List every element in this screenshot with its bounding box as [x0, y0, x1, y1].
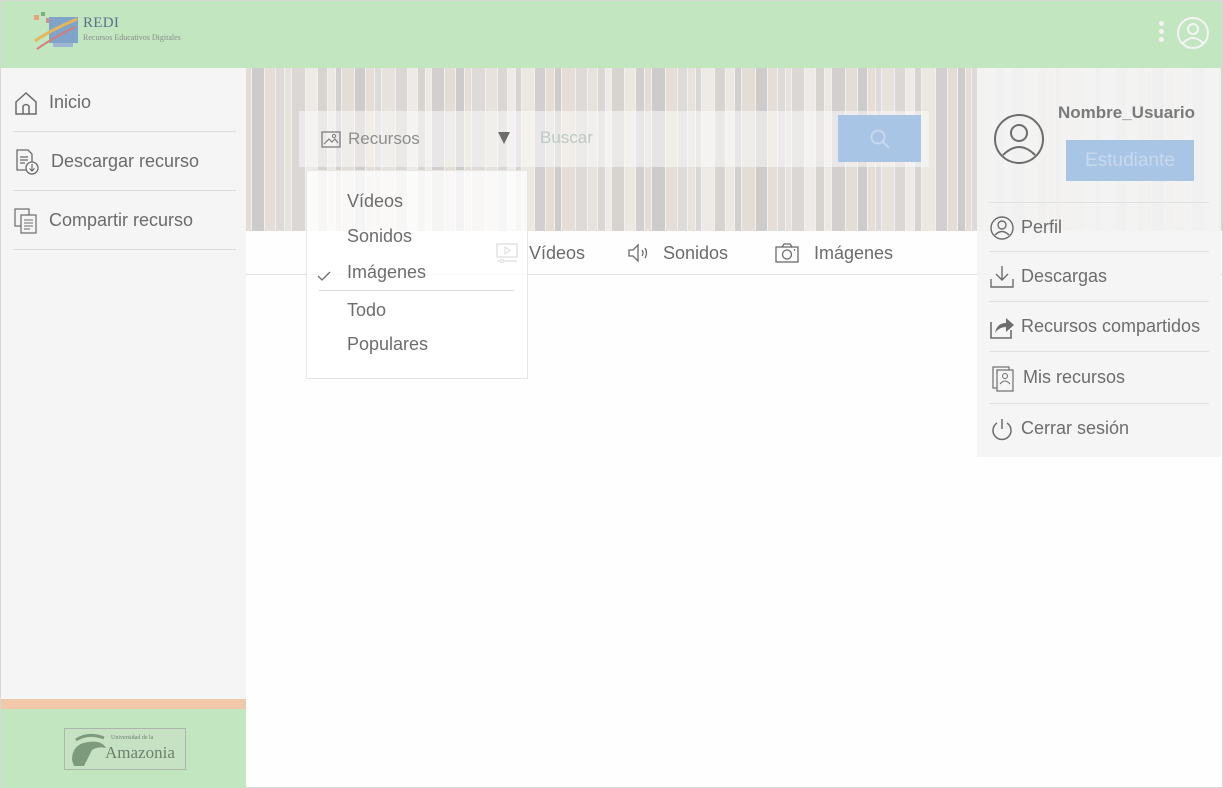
sidebar: Inicio Descargar recurso Compartir recur…: [1, 68, 246, 700]
profile-menu-descargas[interactable]: Descargas: [989, 251, 1209, 301]
sidebar-item-label: Inicio: [49, 92, 92, 112]
search-icon: [870, 129, 890, 149]
sidebar-item-descargar[interactable]: Descargar recurso: [13, 133, 236, 191]
search-input[interactable]: [532, 117, 832, 159]
category-select[interactable]: Recursos: [299, 111, 528, 167]
download-icon: [990, 265, 1014, 288]
sidebar-item-label: Descargar recurso: [51, 151, 200, 171]
tab-label: Vídeos: [529, 242, 586, 263]
category-dropdown: Vídeos Sonidos Imágenes Todo Populares: [306, 170, 528, 379]
profile-menu-cerrar-sesion[interactable]: Cerrar sesión: [989, 403, 1209, 453]
role-badge-button[interactable]: Estudiante: [1066, 140, 1194, 181]
chevron-down-icon[interactable]: [498, 132, 510, 144]
image-icon: [321, 130, 341, 148]
sidebar-accent-strip: [1, 699, 246, 709]
check-icon: [317, 271, 331, 281]
share-files-icon: [14, 207, 37, 234]
my-resources-icon: [992, 365, 1014, 392]
tab-label: Sonidos: [663, 242, 729, 263]
download-file-icon: [16, 148, 39, 175]
sidebar-item-label: Compartir recurso: [49, 210, 194, 230]
tab-sonidos[interactable]: Sonidos: [627, 238, 728, 268]
speaker-icon: [628, 243, 648, 263]
logo-icon: [34, 12, 78, 50]
profile-menu-recursos-compartidos[interactable]: Recursos compartidos: [989, 301, 1209, 351]
dropdown-option-sonidos[interactable]: Sonidos: [347, 226, 412, 247]
dropdown-option-imagenes[interactable]: Imágenes: [347, 262, 426, 283]
logo-subtitle: Recursos Educativos Digitales: [83, 33, 181, 42]
profile-menu-label: Mis recursos: [1023, 367, 1126, 387]
dropdown-divider: [319, 290, 514, 291]
power-icon: [992, 418, 1012, 440]
category-select-value: Recursos: [348, 129, 420, 148]
kebab-icon[interactable]: [1156, 21, 1166, 49]
sidebar-item-inicio[interactable]: Inicio: [13, 74, 236, 132]
user-circle-icon[interactable]: [1176, 16, 1210, 50]
share-icon: [990, 317, 1014, 339]
university-logo-small-text: Universidad de la: [111, 735, 154, 741]
search-button[interactable]: [838, 115, 921, 162]
sidebar-footer: Universidad de la Amazonia: [1, 709, 246, 788]
dropdown-option-populares[interactable]: Populares: [347, 334, 428, 355]
avatar-icon: [994, 114, 1044, 164]
search-bar: Recursos: [299, 111, 929, 167]
profile-menu-label: Recursos compartidos: [1021, 316, 1201, 336]
logo-title: REDI: [83, 15, 120, 31]
university-logo-name: Amazonia: [105, 743, 175, 762]
profile-menu-perfil[interactable]: Perfil: [989, 202, 1209, 252]
toucan-icon: [72, 733, 106, 766]
user-name: Nombre_Usuario: [1058, 103, 1195, 122]
user-circle-icon: [990, 215, 1014, 240]
dropdown-option-todo[interactable]: Todo: [347, 300, 386, 321]
tab-imagenes[interactable]: Imágenes: [774, 238, 893, 268]
app-logo[interactable]: REDI Recursos Educativos Digitales: [31, 11, 181, 57]
profile-menu-label: Descargas: [1021, 266, 1108, 286]
profile-menu-mis-recursos[interactable]: Mis recursos: [989, 351, 1209, 403]
university-logo[interactable]: Universidad de la Amazonia: [64, 728, 186, 770]
top-bar: REDI Recursos Educativos Digitales: [1, 1, 1222, 68]
profile-menu-label: Cerrar sesión: [1021, 418, 1130, 438]
profile-menu-label: Perfil: [1021, 217, 1063, 237]
profile-panel: Nombre_Usuario Estudiante Perfil Descarg…: [977, 68, 1221, 457]
sidebar-item-compartir[interactable]: Compartir recurso: [13, 192, 236, 250]
home-icon: [15, 91, 37, 115]
dropdown-option-videos[interactable]: Vídeos: [347, 191, 403, 212]
camera-icon: [775, 243, 799, 263]
tab-label: Imágenes: [814, 242, 894, 263]
